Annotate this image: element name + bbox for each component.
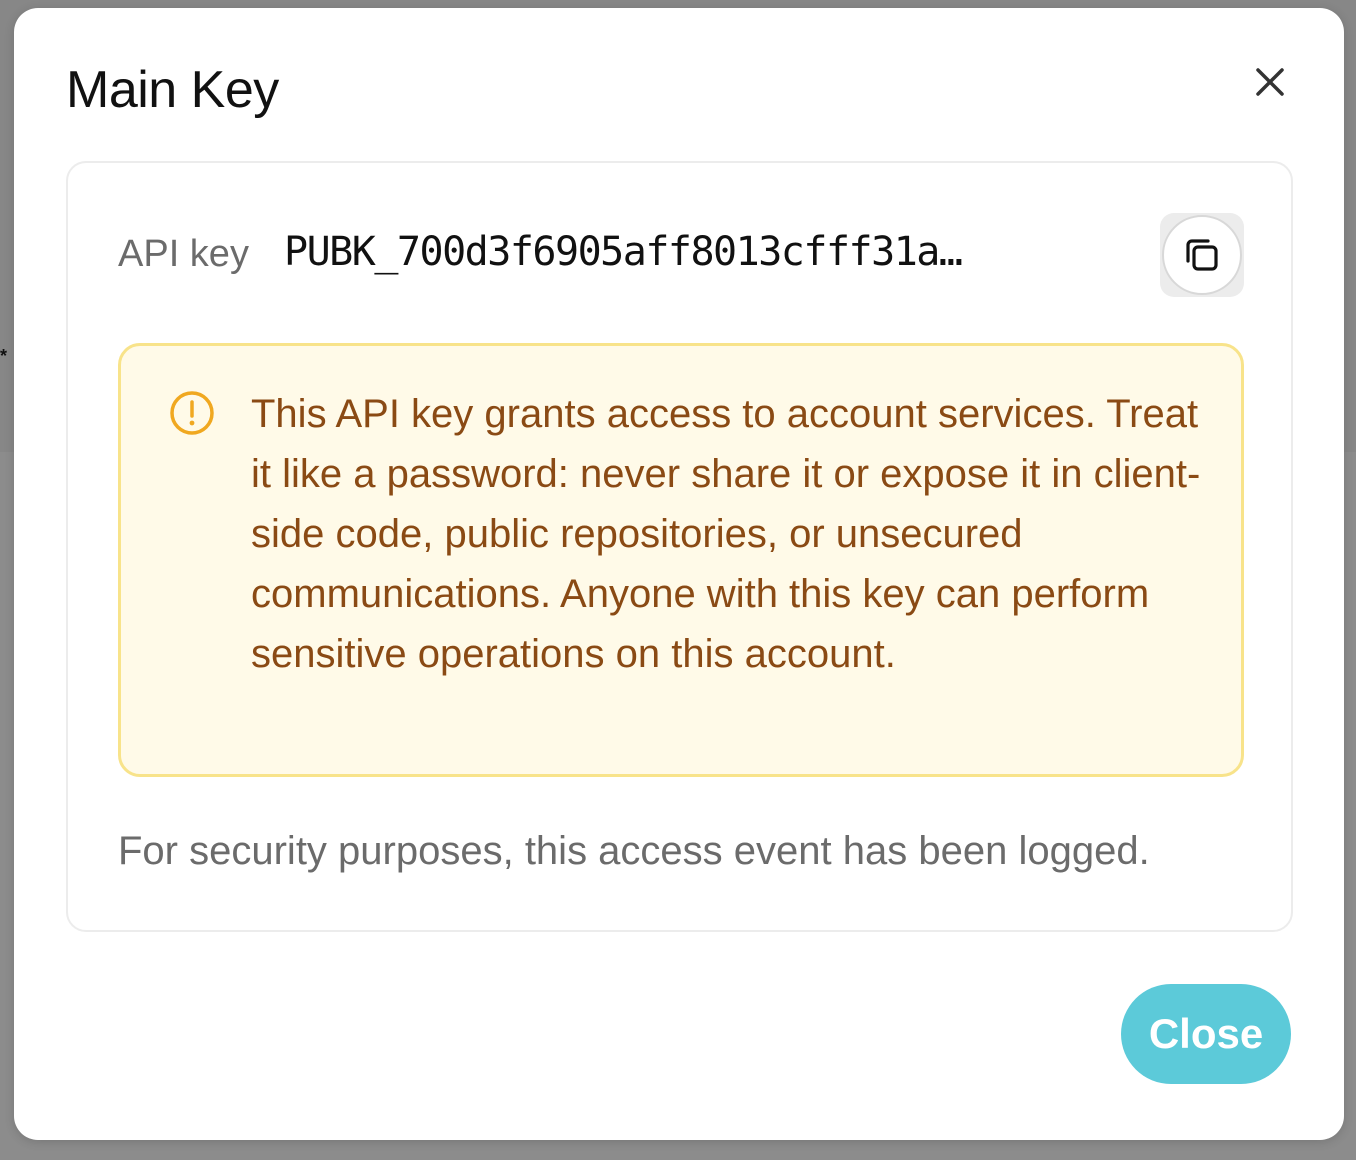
copy-icon — [1186, 239, 1218, 271]
close-icon[interactable] — [1250, 62, 1290, 102]
close-button[interactable]: Close — [1121, 984, 1291, 1084]
warning-message: This API key grants access to account se… — [251, 392, 1201, 676]
dialog-title: Main Key — [66, 61, 279, 119]
api-key-card: API key PUBK_700d3f6905aff8013cfff31a… T… — [66, 161, 1293, 932]
api-key-dialog: Main Key API key PUBK_700d3f6905aff8013c… — [14, 8, 1344, 1140]
alert-circle-icon — [169, 390, 215, 436]
api-key-label: API key — [118, 233, 249, 275]
copy-button[interactable] — [1162, 215, 1242, 295]
api-key-value[interactable]: PUBK_700d3f6905aff8013cfff31a… — [284, 229, 963, 275]
backdrop-glyph: * — [0, 346, 8, 366]
copy-button-wrapper — [1160, 213, 1244, 297]
security-note: For security purposes, this access event… — [118, 829, 1150, 873]
warning-callout: This API key grants access to account se… — [118, 343, 1244, 777]
